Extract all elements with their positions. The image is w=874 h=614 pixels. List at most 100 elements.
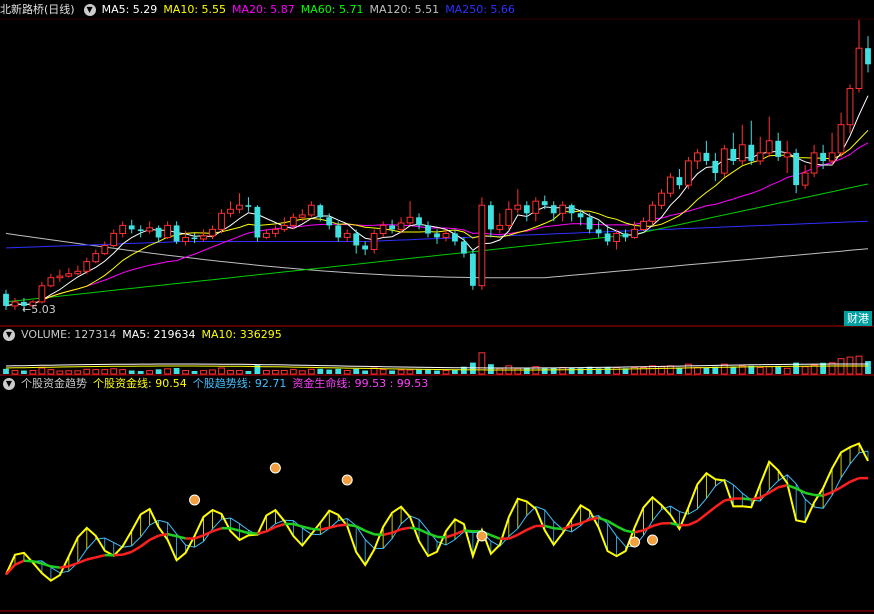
candle-body xyxy=(828,152,836,162)
candle-body xyxy=(137,229,144,231)
volume-bar xyxy=(101,369,109,375)
life-line-segment xyxy=(517,528,528,536)
life-line-segment xyxy=(831,486,842,494)
life-line-segment xyxy=(391,528,402,534)
candlesticks xyxy=(3,20,871,312)
price-title: 北新路桥(日线) xyxy=(0,3,75,16)
indicator-header-item-2: 资金生命线: 99.53 : 99.53 xyxy=(292,377,429,390)
life-line-segment xyxy=(86,556,97,561)
life-line-segment xyxy=(68,561,79,568)
life-line-segment xyxy=(418,528,429,535)
life-line-segment xyxy=(409,526,420,531)
candle-body xyxy=(631,228,638,238)
volume-bar xyxy=(218,367,225,375)
volume-bar xyxy=(703,367,710,374)
dropdown-icon[interactable]: ▼ xyxy=(3,329,15,341)
volume-bar xyxy=(801,366,809,375)
candle-body xyxy=(720,148,728,174)
candle-body xyxy=(488,205,494,230)
life-line-segment xyxy=(113,553,123,557)
candle-body xyxy=(191,237,198,240)
candle-body xyxy=(470,253,476,286)
candle-body xyxy=(568,205,575,214)
candle-body xyxy=(712,160,719,173)
candle-body xyxy=(155,227,162,238)
candle-body xyxy=(756,152,764,162)
volume-bar xyxy=(200,370,207,375)
volume-bar xyxy=(775,365,782,374)
life-line-segment xyxy=(696,512,708,523)
signal-icon xyxy=(269,462,281,474)
life-line-segment xyxy=(544,524,555,530)
badge[interactable]: 财港 xyxy=(844,311,872,326)
volume-bar xyxy=(604,367,611,374)
candle-body xyxy=(47,277,55,287)
volume-bar xyxy=(47,369,55,375)
price-header-item-0: MA5: 5.29 xyxy=(101,3,158,16)
volume-bar xyxy=(855,355,863,375)
life-line-segment xyxy=(149,534,160,542)
candle-body xyxy=(442,232,450,238)
volume-bar xyxy=(298,370,306,375)
signal-icon xyxy=(629,536,641,548)
volume-bar xyxy=(478,352,486,375)
life-line-segment xyxy=(751,496,761,501)
volume-bar xyxy=(263,370,270,375)
candle-body xyxy=(379,224,387,234)
moving-average-lines xyxy=(5,95,869,307)
price-header-item-3: MA60: 5.71 xyxy=(300,3,364,16)
volume-bar xyxy=(756,367,764,375)
life-line-segment xyxy=(95,553,106,559)
volume-bar xyxy=(119,369,127,375)
candle-body xyxy=(865,48,871,65)
life-line-segment xyxy=(338,523,348,527)
candle-body xyxy=(622,233,629,238)
candle-body xyxy=(3,293,9,306)
life-line-segment xyxy=(230,527,240,532)
candle-body xyxy=(783,152,791,158)
volume-bar xyxy=(173,368,180,374)
life-line-segment xyxy=(427,532,438,539)
volume-title: VOLUME: 127314 xyxy=(21,328,117,341)
candle-body xyxy=(389,225,395,230)
candle-body xyxy=(173,225,180,242)
candle-body xyxy=(263,232,270,238)
life-line-segment xyxy=(239,529,249,535)
dropdown-icon[interactable]: ▼ xyxy=(3,378,15,390)
fund-trend-indicator xyxy=(5,442,869,582)
candle-body xyxy=(56,275,64,279)
volume-bar xyxy=(11,370,19,375)
life-line-segment xyxy=(364,529,375,536)
candle-body xyxy=(765,140,773,154)
life-line-segment xyxy=(328,524,339,529)
life-line-segment xyxy=(139,538,151,548)
candle-body xyxy=(298,214,306,218)
candle-body xyxy=(461,241,467,254)
life-line-segment xyxy=(562,524,573,531)
life-line-segment xyxy=(41,562,52,568)
dropdown-icon[interactable]: ▼ xyxy=(83,4,96,16)
candle-body xyxy=(478,204,486,287)
candle-body xyxy=(200,235,207,240)
candle-body xyxy=(245,205,252,207)
volume-bar xyxy=(65,370,73,375)
candle-body xyxy=(416,217,422,226)
volume-bar xyxy=(128,370,135,374)
volume-bar xyxy=(389,370,395,374)
life-line-segment xyxy=(742,497,752,501)
price-header: 北新路桥(日线) ▼ MA5: 5.29 MA10: 5.55 MA20: 5.87 MA… xyxy=(0,1,527,19)
candle-body xyxy=(11,301,19,307)
candle-body xyxy=(370,232,378,250)
volume-bar xyxy=(74,370,82,375)
candle-body xyxy=(227,208,234,214)
volume-bar xyxy=(164,368,171,375)
candle-body xyxy=(810,152,818,174)
volume-bar xyxy=(613,367,621,375)
panel-dividers xyxy=(0,18,874,612)
life-line-segment xyxy=(687,519,698,527)
volume-bar xyxy=(362,370,368,374)
volume-bar xyxy=(488,364,494,374)
volume-bar xyxy=(326,369,333,374)
candle-body xyxy=(541,201,548,206)
stock-chart xyxy=(0,18,874,612)
